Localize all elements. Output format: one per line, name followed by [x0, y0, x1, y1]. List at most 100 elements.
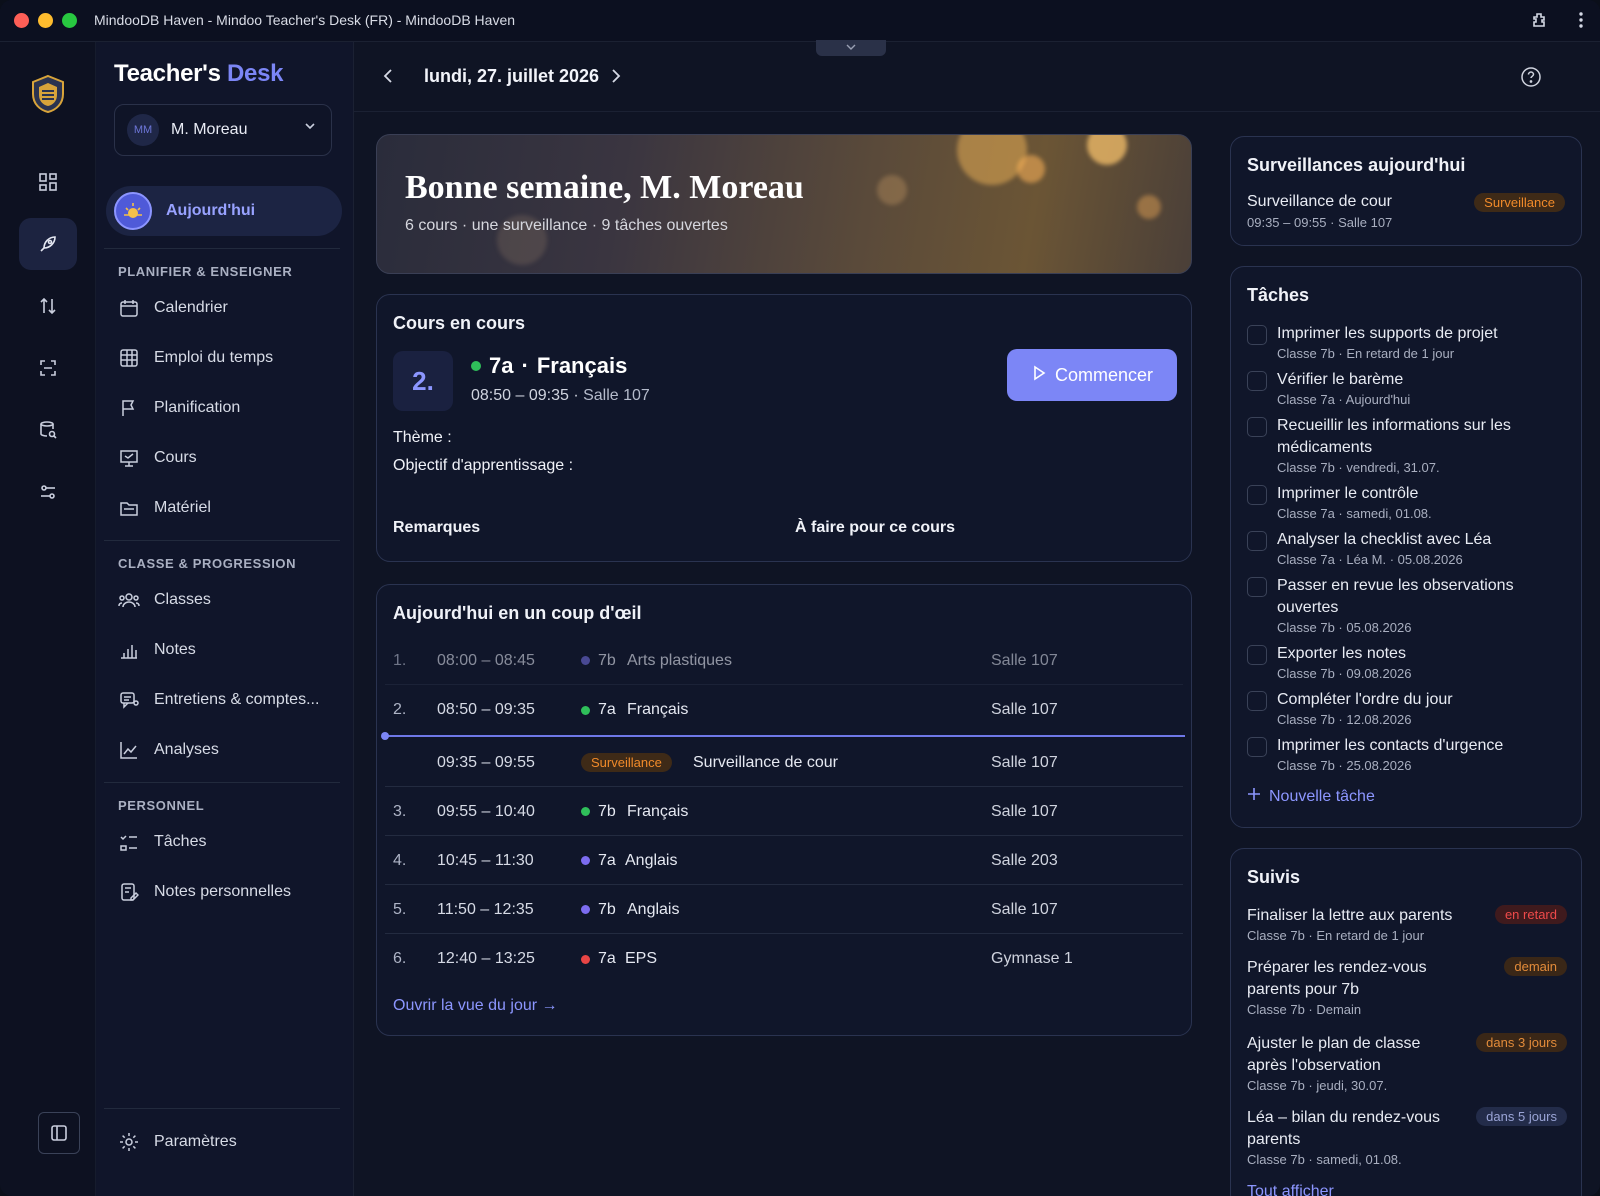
remarks-label: Remarques — [393, 519, 481, 536]
schedule-row[interactable]: 6. 12:40 – 13:25 7a EPS Gymnase 1 — [385, 935, 1183, 983]
presentation-icon — [118, 447, 140, 469]
show-all-link[interactable]: Tout afficher — [1247, 1183, 1334, 1196]
minimize-window-button[interactable] — [38, 13, 53, 28]
row-number: 2. — [393, 701, 407, 718]
toggle-sidebar-icon[interactable] — [38, 1112, 80, 1154]
task-meta: Classe 7a · samedi, 01.08. — [1277, 506, 1432, 521]
welcome-banner: Bonne semaine, M. Moreau 6 cours · une s… — [376, 134, 1192, 274]
task-checkbox[interactable] — [1247, 531, 1267, 551]
sidebar-item-settings[interactable]: Paramètres — [118, 1124, 338, 1160]
separator: · — [521, 353, 529, 378]
start-lesson-button[interactable]: Commencer — [1007, 349, 1177, 401]
sort-icon[interactable] — [19, 280, 77, 332]
card-title: Suivis — [1247, 867, 1301, 887]
task-item[interactable]: Vérifier le barème Classe 7a · Aujourd'h… — [1247, 369, 1567, 409]
chevron-left-icon[interactable] — [382, 68, 394, 89]
followup-item[interactable]: Préparer les rendez-vous parents pour 7b… — [1247, 957, 1567, 1019]
sidebar-item-today[interactable]: Aujourd'hui — [106, 186, 342, 236]
welcome-title: Bonne semaine, M. Moreau — [405, 169, 804, 206]
task-checkbox[interactable] — [1247, 325, 1267, 345]
bokeh-light — [957, 135, 1027, 185]
start-lesson-label: Commencer — [1054, 364, 1154, 385]
play-icon — [1031, 365, 1047, 386]
sidebar-item-classes[interactable]: Classes — [118, 582, 338, 618]
class-dot — [581, 807, 590, 816]
schedule-row[interactable]: 09:35 – 09:55 Surveillance Surveillance … — [385, 739, 1183, 787]
dashboard-icon[interactable] — [19, 156, 77, 208]
followup-item[interactable]: Ajuster le plan de classe après l'observ… — [1247, 1033, 1567, 1095]
sidebar-item-courses[interactable]: Cours — [118, 440, 338, 476]
new-task-button[interactable]: Nouvelle tâche — [1247, 787, 1375, 806]
close-window-button[interactable] — [14, 13, 29, 28]
scan-icon[interactable] — [19, 342, 77, 394]
task-checkbox[interactable] — [1247, 485, 1267, 505]
task-item[interactable]: Passer en revue les observations ouverte… — [1247, 575, 1567, 637]
row-class: 7a — [581, 950, 616, 968]
task-item[interactable]: Imprimer le contrôle Classe 7a · samedi,… — [1247, 483, 1567, 523]
launch-icon[interactable] — [19, 218, 77, 270]
grid-icon — [118, 347, 140, 369]
filter-settings-icon[interactable] — [19, 466, 77, 518]
extension-icon[interactable] — [1530, 10, 1550, 35]
task-checkbox[interactable] — [1247, 737, 1267, 757]
task-item[interactable]: Analyser la checklist avec Léa Classe 7a… — [1247, 529, 1567, 569]
user-selector[interactable]: MM M. Moreau — [114, 104, 332, 156]
status-badge: dans 3 jours — [1476, 1033, 1567, 1052]
sidebar-item-materials[interactable]: Matériel — [118, 490, 338, 526]
surveillance-item[interactable]: Surveillance de cour — [1247, 193, 1392, 211]
sidebar-item-grades[interactable]: Notes — [118, 632, 338, 668]
schedule-row[interactable]: 1. 08:00 – 08:45 7b Arts plastiques Sall… — [385, 637, 1183, 685]
today-glance-card: Aujourd'hui en un coup d'œil 1. 08:00 – … — [376, 584, 1192, 1036]
task-checkbox[interactable] — [1247, 371, 1267, 391]
task-meta: Classe 7b · 09.08.2026 — [1277, 666, 1412, 681]
class-label: 7b — [598, 900, 616, 918]
row-subject: Arts plastiques — [627, 651, 732, 669]
sidebar-item-meetings[interactable]: Entretiens & comptes... — [118, 682, 338, 718]
task-item[interactable]: Compléter l'ordre du jour Classe 7b · 12… — [1247, 689, 1567, 729]
brand-logo: Teacher's Desk — [114, 60, 284, 87]
sidebar-item-tasks[interactable]: Tâches — [118, 824, 338, 860]
status-badge: en retard — [1494, 905, 1567, 924]
followup-item[interactable]: Léa – bilan du rendez-vous parents Class… — [1247, 1107, 1567, 1169]
folder-icon — [118, 497, 140, 519]
gear-icon — [118, 1131, 140, 1153]
maximize-window-button[interactable] — [62, 13, 77, 28]
open-day-view-link[interactable]: Ouvrir la vue du jour → — [393, 997, 558, 1015]
schedule-row[interactable]: 5. 11:50 – 12:35 7b Anglais Salle 107 — [385, 886, 1183, 934]
sidebar-item-timetable[interactable]: Emploi du temps — [118, 340, 338, 376]
lesson-class: 7a — [489, 353, 514, 378]
sidebar-item-planning[interactable]: Planification — [118, 390, 338, 426]
surveillance-meta: 09:35 – 09:55 · Salle 107 — [1247, 215, 1393, 230]
task-item[interactable]: Imprimer les contacts d'urgence Classe 7… — [1247, 735, 1567, 775]
row-class: 7a — [581, 852, 616, 870]
task-checkbox[interactable] — [1247, 417, 1267, 437]
sidebar-item-analytics[interactable]: Analyses — [118, 732, 338, 768]
task-item[interactable]: Exporter les notes Classe 7b · 09.08.202… — [1247, 643, 1567, 683]
row-room: Salle 107 — [991, 651, 1058, 669]
chevron-right-icon[interactable] — [610, 68, 622, 89]
schedule-row[interactable]: 2. 08:50 – 09:35 7a Français Salle 107 — [385, 686, 1183, 734]
followup-meta: Classe 7b · samedi, 01.08. — [1247, 1152, 1402, 1167]
followup-title: Léa – bilan du rendez-vous parents — [1247, 1109, 1441, 1148]
class-label: 7a — [598, 701, 616, 718]
schedule-row[interactable]: 3. 09:55 – 10:40 7b Français Salle 107 — [385, 788, 1183, 836]
database-search-icon[interactable] — [19, 404, 77, 456]
task-checkbox[interactable] — [1247, 691, 1267, 711]
sidebar-item-calendar[interactable]: Calendrier — [118, 290, 338, 326]
sidebar-item-label: Entretiens & comptes... — [154, 691, 320, 708]
avatar: MM — [127, 114, 159, 146]
task-item[interactable]: Recueillir les informations sur les médi… — [1247, 415, 1567, 477]
followup-title: Ajuster le plan de classe après l'observ… — [1247, 1035, 1421, 1074]
task-checkbox[interactable] — [1247, 645, 1267, 665]
row-subject: Anglais — [627, 900, 680, 918]
help-icon[interactable] — [1520, 66, 1542, 93]
sidebar-item-personal-notes[interactable]: Notes personnelles — [118, 874, 338, 910]
task-item[interactable]: Imprimer les supports de projet Classe 7… — [1247, 323, 1567, 363]
row-class: 7b — [581, 803, 616, 821]
current-lesson-card: Cours en cours 2. 7a · Français 08:50 – … — [376, 294, 1192, 562]
task-checkbox[interactable] — [1247, 577, 1267, 597]
followup-item[interactable]: Finaliser la lettre aux parents Classe 7… — [1247, 905, 1567, 945]
schedule-row[interactable]: 4. 10:45 – 11:30 7a Anglais Salle 203 — [385, 837, 1183, 885]
more-menu-icon[interactable] — [1578, 10, 1584, 35]
row-subject: Français — [627, 802, 689, 820]
